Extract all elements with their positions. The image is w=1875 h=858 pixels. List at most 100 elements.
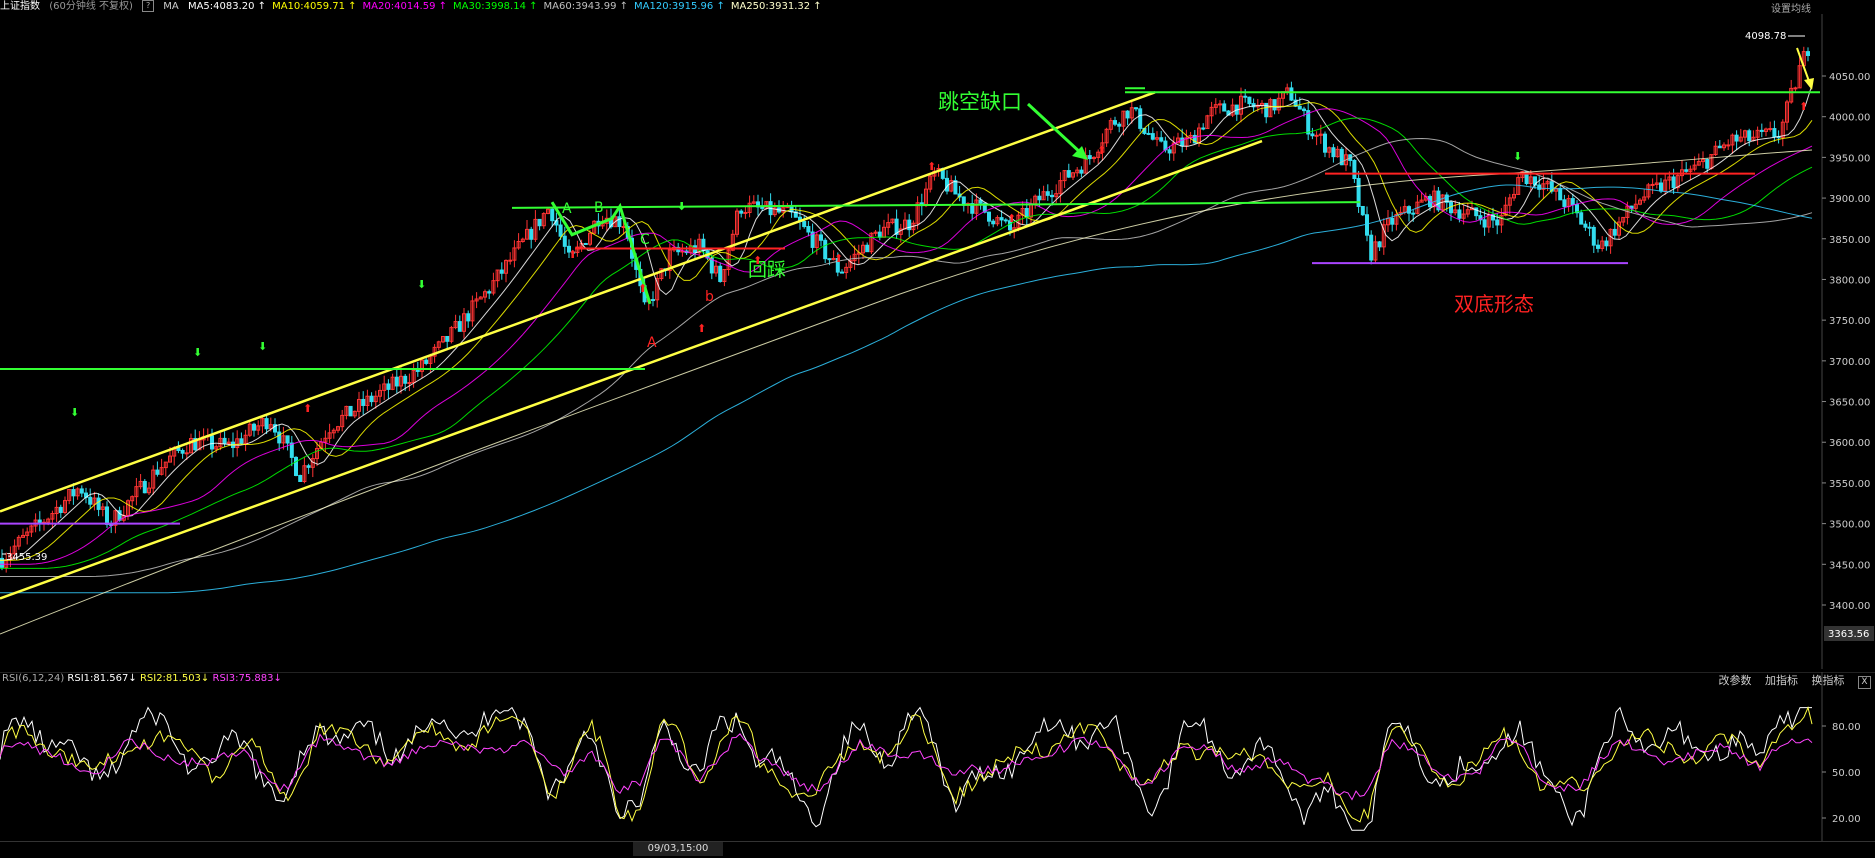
candles [0, 46, 1810, 573]
candle-down [499, 269, 504, 274]
point-label-a: A [562, 201, 572, 217]
low-price-label: 3455.39 [6, 552, 47, 563]
candle-down [1310, 133, 1315, 137]
candle-down [487, 291, 492, 294]
candle-down [1297, 105, 1302, 110]
up-arrow-icon: ⬆ [1007, 212, 1016, 225]
candle-down [403, 375, 408, 384]
rsi-tick-label: 80.00 [1832, 722, 1861, 733]
candle-down [1671, 176, 1676, 189]
candle-down [1495, 219, 1500, 226]
time-cursor-label: 09/03,15:00 [633, 842, 723, 856]
gap-arrow-line [1026, 102, 1084, 156]
candle-down [1583, 223, 1588, 228]
arrow-head-icon [1804, 78, 1814, 90]
ma20-line [0, 108, 1813, 565]
up-arrow-icon: ⬆ [638, 282, 647, 295]
candle-down [1369, 234, 1374, 261]
candle-up [1793, 87, 1798, 90]
candle-up [1726, 144, 1731, 147]
candle-down [999, 217, 1004, 221]
candle-down [1806, 51, 1810, 56]
candle-down [445, 335, 450, 342]
rsi2-line [0, 706, 1813, 823]
candle-up [1218, 103, 1222, 106]
candle-down [394, 376, 399, 387]
candle-down [294, 456, 298, 476]
candle-down [79, 488, 84, 494]
ma-value: MA30:3998.14 ↑ [453, 1, 538, 12]
candle-down [827, 258, 832, 261]
down-arrow-icon: ⬇ [193, 346, 202, 359]
candle-down [953, 180, 958, 195]
candle-down [1747, 130, 1752, 142]
ma-settings-button[interactable]: 设置均线 [1771, 0, 1811, 15]
candle-down [1138, 108, 1143, 129]
candle-down [550, 208, 555, 222]
candle-down [1066, 170, 1071, 178]
ma-value: MA250:3931.32 ↑ [730, 1, 822, 12]
price-tick-label: 3900.00 [1829, 194, 1870, 205]
candle-up [508, 259, 513, 262]
ma-value: MA120:3915.96 ↑ [634, 1, 725, 12]
candle-down [424, 359, 429, 364]
ma-value: MA5:4083.20 ↑ [187, 1, 267, 12]
candle-down [558, 224, 563, 237]
ma-value: MA20:4014.59 ↑ [362, 1, 448, 12]
candle-down [298, 474, 303, 482]
ma5-line [0, 84, 1813, 561]
ma-label: MA [163, 1, 179, 12]
ma120-line [0, 184, 1813, 594]
candle-down [361, 398, 366, 406]
rsi1-line [0, 706, 1812, 831]
candle-down [180, 450, 185, 454]
candle-down [1390, 217, 1395, 225]
candle-up [621, 226, 626, 229]
candle-down [1734, 134, 1739, 142]
candle-down [1050, 194, 1054, 198]
candle-down [1352, 159, 1357, 180]
candle-down [348, 405, 353, 417]
index-name[interactable]: 上证指数 [0, 1, 40, 12]
help-icon[interactable]: ? [142, 0, 155, 12]
candle-down [1146, 132, 1151, 135]
candle-down [907, 219, 912, 231]
candle-down [877, 231, 882, 238]
candle-down [583, 243, 588, 246]
rsi-chart[interactable]: 80.00 50.00 20.00 [0, 672, 1875, 842]
candle-down [58, 506, 63, 513]
candle-down [1037, 195, 1042, 201]
price-tick-label: 3700.00 [1829, 357, 1870, 368]
price-chart[interactable]: 4050.00 4000.00 3950.00 3900.00 3850.00 3800.… [0, 14, 1875, 669]
up-arrow-icon: ⬆ [568, 248, 577, 261]
ma-values: MA5:4083.20 ↑ MA10:4059.71 ↑ MA20:4014.59 … [188, 1, 828, 12]
price-tick-label: 3750.00 [1829, 316, 1870, 327]
candle-down [71, 489, 76, 497]
candle-down [369, 395, 374, 403]
candle-down [1243, 95, 1248, 98]
candle-down [1302, 108, 1306, 112]
candle-down [739, 210, 744, 214]
candle-down [415, 369, 420, 372]
up-arrow-icon: ⬆ [303, 402, 312, 415]
candle-down [718, 265, 723, 282]
candle-down [1537, 184, 1542, 190]
candle-down [1113, 120, 1117, 125]
candle-down [1125, 110, 1130, 119]
candle-down [1604, 240, 1609, 247]
candle-down [386, 383, 391, 390]
gap-annotation: 跳空缺口 [938, 90, 1022, 114]
up-arrow-icon: ⬆ [1799, 100, 1808, 113]
candle-down [1558, 187, 1563, 201]
candle-down [1570, 198, 1575, 206]
candle-down [1684, 169, 1689, 172]
candle-down [1024, 207, 1029, 218]
candle-down [1612, 228, 1617, 236]
candle-down [1045, 191, 1050, 196]
candle-down [105, 506, 109, 525]
candle-down [1365, 214, 1369, 236]
candle-down [617, 216, 622, 228]
candle-down [562, 235, 567, 247]
candle-down [1457, 209, 1462, 219]
down-arrow-icon: ⬇ [417, 278, 426, 291]
